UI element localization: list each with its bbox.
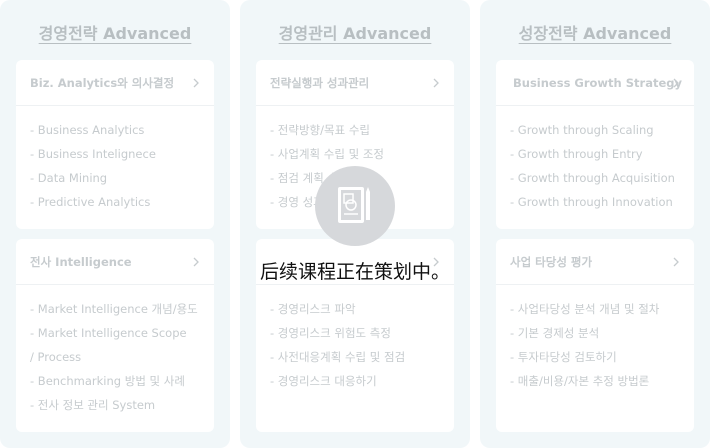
list-item: - Business Intelignece: [30, 147, 156, 161]
card-header[interactable]: Business Growth Strategy: [496, 60, 694, 106]
chevron-right-icon: [433, 78, 439, 87]
list-item: - 투자타당성 검토하기: [510, 350, 617, 364]
chevron-right-icon: [673, 78, 679, 87]
list-item: - Predictive Analytics: [30, 195, 151, 209]
list-item: - 기본 경제성 분석: [510, 326, 600, 340]
topic-list: - 사업타당성 분석 개념 및 절차 - 기본 경제성 분석 - 투자타당성 검…: [496, 285, 694, 393]
card-title: Business Growth Strategy: [513, 75, 682, 90]
list-item: - 사전대응계획 수립 및 점검: [270, 350, 406, 364]
list-item: - 사업타당성 분석 개념 및 절차: [510, 302, 660, 316]
card-title: 전략실행과 성과관리: [270, 75, 370, 90]
course-column-growth: 성장전략 Advanced Business Growth Strategy -…: [480, 0, 710, 448]
list-item: - Growth through Entry: [510, 147, 643, 161]
course-card[interactable]: Business Growth Strategy - Growth throug…: [496, 60, 694, 229]
column-title: 성장전략 Advanced: [518, 24, 672, 43]
document-icon: [338, 187, 370, 223]
topic-list: - Growth through Scaling - Growth throug…: [496, 106, 694, 214]
coming-soon-icon-circle: [315, 166, 395, 246]
card-title: Biz. Analytics와 의사결정: [30, 75, 175, 90]
list-item: - Market Intelligence 개념/용도: [30, 302, 198, 316]
card-header[interactable]: Biz. Analytics와 의사결정: [16, 60, 214, 106]
list-item: - Benchmarking 방법 및 사례: [30, 374, 185, 388]
chevron-right-icon: [193, 78, 199, 87]
topic-list: - Business Analytics - Business Intelign…: [16, 106, 214, 214]
list-item: - Data Mining: [30, 171, 108, 185]
list-item: - 사업계획 수립 및 조정: [270, 147, 384, 161]
list-item: - 경영리스크 파악: [270, 302, 356, 316]
topic-list: - 경영리스크 파악 - 경영리스크 위험도 측정 - 사전대응계획 수립 및 …: [256, 285, 454, 393]
list-item: / Process: [30, 350, 82, 364]
list-item: - Growth through Scaling: [510, 123, 654, 137]
topic-list: - Market Intelligence 개념/용도 - Market Int…: [16, 285, 214, 417]
list-item: - 매출/비용/자본 추정 방법론: [510, 374, 650, 388]
list-item: - Market Intelligence Scope: [30, 326, 187, 340]
column-title: 경영전략 Advanced: [38, 24, 192, 43]
course-column-strategy: 경영전략 Advanced Biz. Analytics와 의사결정 - Bus…: [0, 0, 230, 448]
card-header[interactable]: 전략실행과 성과관리: [256, 60, 454, 106]
list-item: - 전사 정보 관리 System: [30, 398, 156, 412]
course-card[interactable]: Biz. Analytics와 의사결정 - Business Analytic…: [16, 60, 214, 229]
coming-soon-message: 后续课程正在策划中。: [259, 261, 450, 283]
list-item: - Business Analytics: [30, 123, 145, 137]
column-title: 경영관리 Advanced: [278, 24, 432, 43]
list-item: - 전략방향/목표 수립: [270, 123, 370, 137]
list-item: - Growth through Acquisition: [510, 171, 675, 185]
list-item: - 경영리스크 대응하기: [270, 374, 377, 388]
list-item: - Growth through Innovation: [510, 195, 673, 209]
list-item: - 경영리스크 위험도 측정: [270, 326, 391, 340]
